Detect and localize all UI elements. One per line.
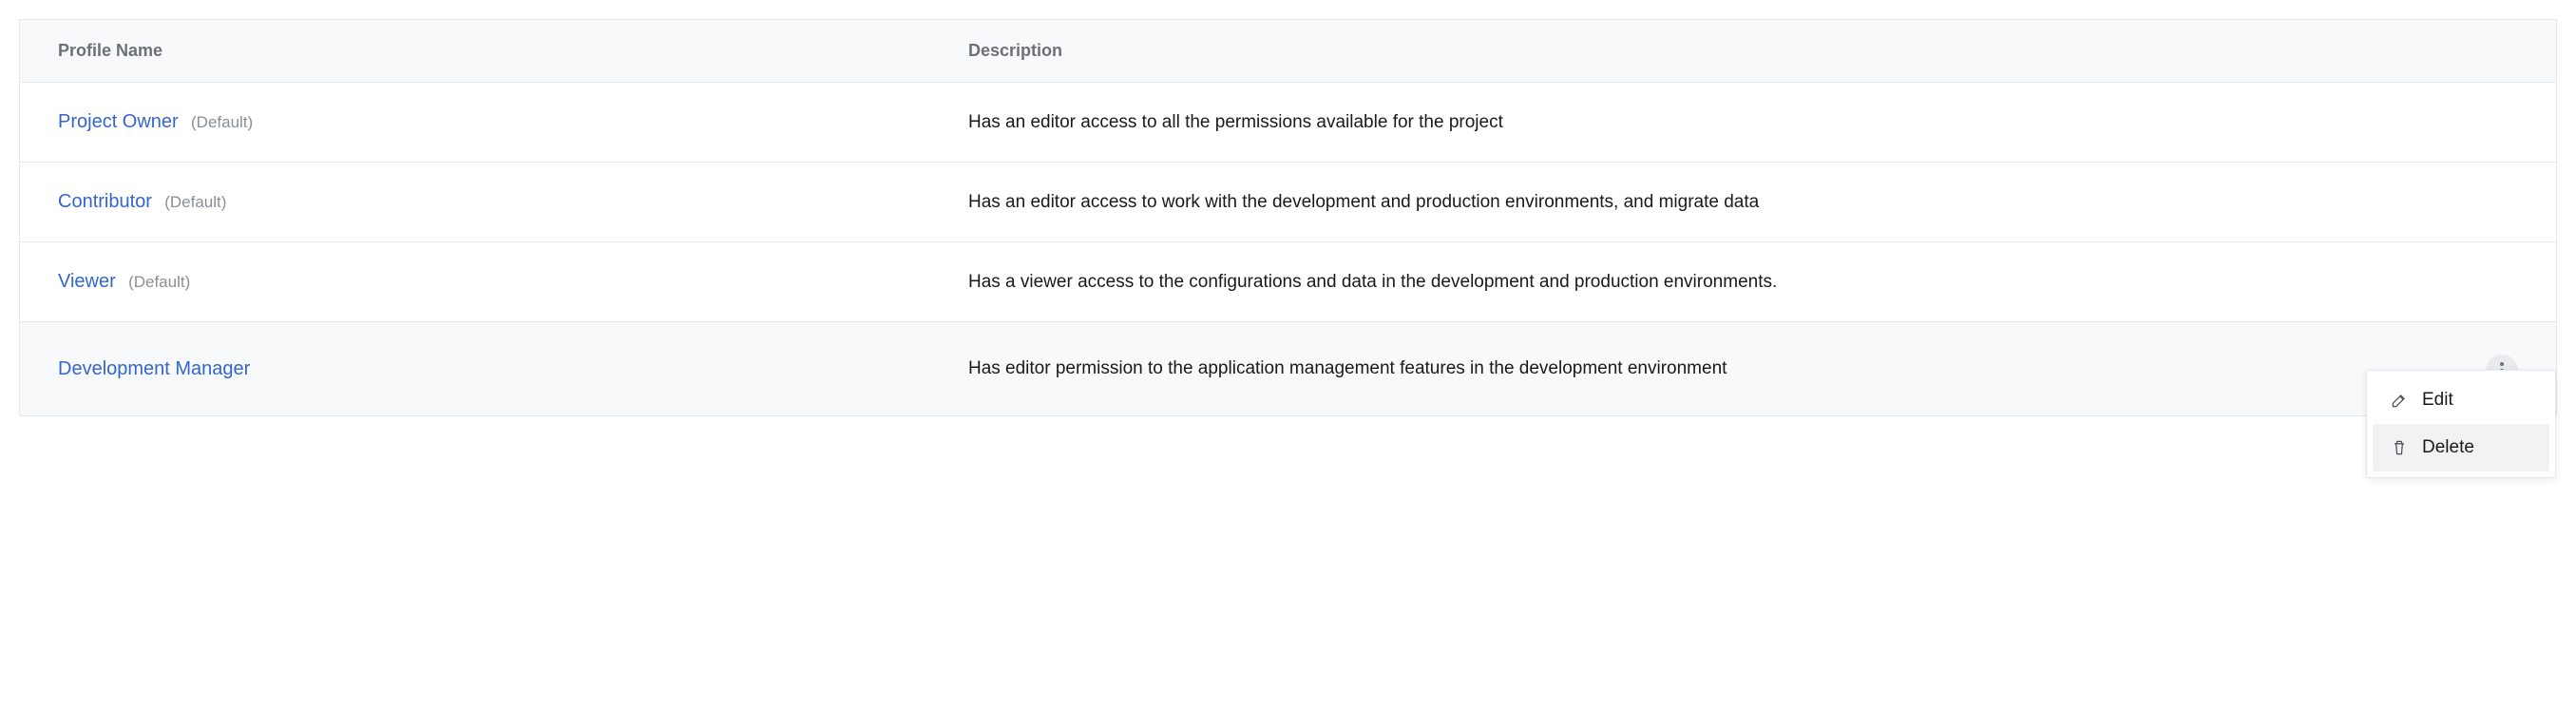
menu-item-delete[interactable]: Delete bbox=[2373, 424, 2549, 471]
table-row: Project Owner (Default) Has an editor ac… bbox=[20, 83, 2557, 163]
profile-link-viewer[interactable]: Viewer bbox=[58, 271, 116, 292]
profile-link-development-manager[interactable]: Development Manager bbox=[58, 358, 250, 379]
table-row: Viewer (Default) Has a viewer access to … bbox=[20, 242, 2557, 322]
header-profile-name: Profile Name bbox=[20, 20, 930, 83]
default-tag: (Default) bbox=[191, 113, 253, 131]
header-description: Description bbox=[930, 20, 2448, 83]
table-row: Development Manager Has editor permissio… bbox=[20, 322, 2557, 416]
menu-item-label: Edit bbox=[2422, 390, 2453, 411]
edit-icon bbox=[2390, 391, 2409, 410]
table-row: Contributor (Default) Has an editor acce… bbox=[20, 163, 2557, 242]
table-header-row: Profile Name Description bbox=[20, 20, 2557, 83]
header-actions bbox=[2448, 20, 2557, 83]
row-actions-menu: Edit Delete bbox=[2366, 370, 2556, 478]
default-tag: (Default) bbox=[128, 273, 190, 291]
profile-description: Has a viewer access to the configuration… bbox=[930, 242, 2448, 322]
profile-link-contributor[interactable]: Contributor bbox=[58, 191, 152, 212]
profile-description: Has editor permission to the application… bbox=[930, 322, 2448, 416]
menu-item-edit[interactable]: Edit bbox=[2373, 376, 2549, 424]
profiles-table: Profile Name Description Project Owner (… bbox=[19, 19, 2557, 416]
profile-description: Has an editor access to all the permissi… bbox=[930, 83, 2448, 163]
profile-link-project-owner[interactable]: Project Owner bbox=[58, 111, 179, 132]
profile-description: Has an editor access to work with the de… bbox=[930, 163, 2448, 242]
delete-icon bbox=[2390, 438, 2409, 457]
default-tag: (Default) bbox=[164, 193, 226, 211]
menu-item-label: Delete bbox=[2422, 437, 2474, 458]
